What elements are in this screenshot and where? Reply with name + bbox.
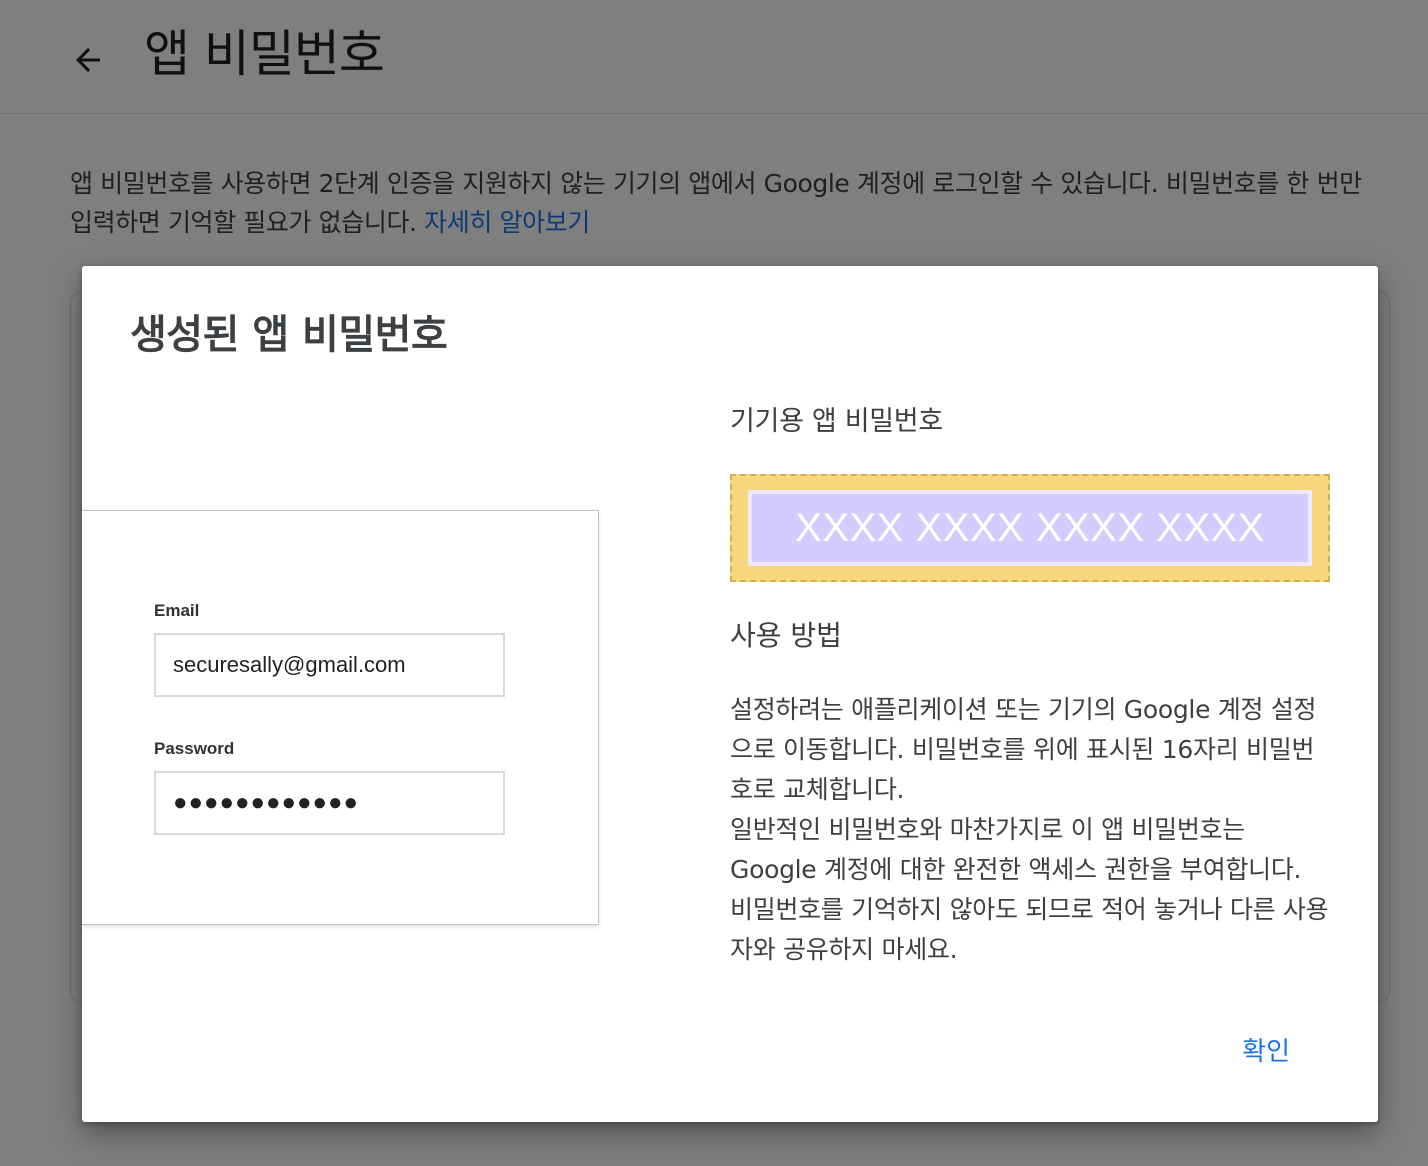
illustration-email-label: Email xyxy=(154,601,200,620)
illustration-email-field: securesally@gmail.com xyxy=(154,633,505,697)
illustration-password-field: ●●●●●●●●●●●● xyxy=(154,771,505,835)
password-highlight-frame: XXXX XXXX XXXX XXXX xyxy=(730,474,1330,582)
usage-paragraph-2: 일반적인 비밀번호와 마찬가지로 이 앱 비밀번호는 Google 계정에 대한… xyxy=(730,815,1329,964)
password-box: XXXX XXXX XXXX XXXX xyxy=(748,490,1312,566)
login-illustration: Email securesally@gmail.com Password ●●●… xyxy=(82,510,599,925)
dialog-title: 생성된 앱 비밀번호 xyxy=(130,312,448,358)
generated-password-dialog: 생성된 앱 비밀번호 Email securesally@gmail.com P… xyxy=(82,266,1378,1122)
confirm-button[interactable]: 확인 xyxy=(1232,1032,1300,1072)
usage-instructions: 설정하려는 애플리케이션 또는 기기의 Google 계정 설정으로 이동합니다… xyxy=(730,690,1330,970)
generated-password[interactable]: XXXX XXXX XXXX XXXX xyxy=(795,506,1265,551)
usage-title: 사용 방법 xyxy=(730,619,842,652)
usage-paragraph-1: 설정하려는 애플리케이션 또는 기기의 Google 계정 설정으로 이동합니다… xyxy=(730,695,1317,804)
device-password-label: 기기용 앱 비밀번호 xyxy=(730,406,943,437)
instructions-column: 기기용 앱 비밀번호 XXXX XXXX XXXX XXXX 사용 방법 설정하… xyxy=(730,266,1330,1122)
illustration-password-label: Password xyxy=(154,739,235,758)
